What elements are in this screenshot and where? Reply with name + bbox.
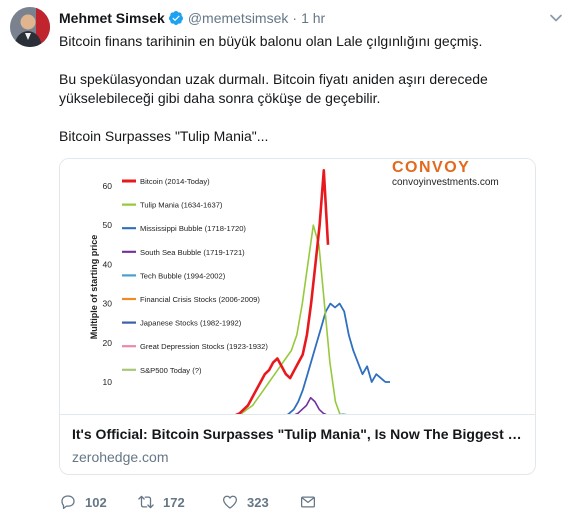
chart-legend-label: Great Depression Stocks (1923-1932) bbox=[140, 342, 268, 351]
chart-legend-label: Tulip Mania (1634-1637) bbox=[140, 201, 223, 210]
reply-button[interactable]: 102 bbox=[59, 493, 107, 511]
chart-legend-label: S&P500 Today (?) bbox=[140, 366, 202, 375]
tweet-text-line: Bitcoin Surpasses "Tulip Mania"... bbox=[59, 128, 269, 144]
reply-count: 102 bbox=[85, 494, 107, 510]
chart-ytick: 30 bbox=[103, 299, 113, 309]
chart-brand-url: convoyinvestments.com bbox=[392, 177, 499, 188]
retweet-count: 172 bbox=[163, 494, 185, 510]
chart-ylabel: Multiple of starting price bbox=[89, 235, 99, 340]
chart-legend-label: Financial Crisis Stocks (2006-2009) bbox=[140, 295, 260, 304]
chart-legend-label: Tech Bubble (1994-2002) bbox=[140, 271, 226, 280]
card-title[interactable]: It's Official: Bitcoin Surpasses "Tulip … bbox=[72, 425, 523, 443]
chevron-down-icon[interactable] bbox=[548, 10, 564, 26]
verified-badge-icon bbox=[168, 10, 184, 26]
direct-message-button[interactable] bbox=[299, 493, 317, 511]
author-handle[interactable]: @memetsimsek bbox=[188, 10, 289, 26]
tweet-text-line: Bu spekülasyondan uzak durmalı. Bitcoin … bbox=[59, 71, 488, 87]
card-image[interactable]: 60 50 40 30 20 10 Bitcoin (2014-Today) Tulip M… bbox=[60, 159, 535, 414]
like-count: 323 bbox=[247, 494, 269, 510]
chart-legend-label: Bitcoin (2014-Today) bbox=[140, 177, 210, 186]
chart-ytick: 60 bbox=[103, 181, 113, 191]
retweet-icon bbox=[138, 495, 154, 509]
author-name[interactable]: Mehmet Simsek bbox=[59, 10, 165, 26]
chart-series-line bbox=[235, 169, 330, 414]
avatar-image bbox=[10, 7, 50, 47]
tweet-header: Mehmet Simsek @memetsimsek · 1 hr bbox=[59, 9, 325, 27]
tweet-text: Bitcoin finans tarihinin en büyük balonu… bbox=[59, 32, 559, 146]
avatar[interactable] bbox=[10, 7, 50, 47]
envelope-icon bbox=[300, 496, 316, 508]
tweet-text-line: Bitcoin finans tarihinin en büyük balonu… bbox=[59, 33, 483, 49]
chart-brand: CONVOY bbox=[392, 159, 470, 176]
retweet-button[interactable]: 172 bbox=[137, 493, 185, 511]
bubble-chart: 60 50 40 30 20 10 Bitcoin (2014-Today) Tulip M… bbox=[89, 159, 499, 414]
chart-legend-label: Mississippi Bubble (1718-1720) bbox=[140, 224, 246, 233]
separator-dot: · bbox=[292, 10, 298, 26]
chart-ytick: 40 bbox=[103, 259, 113, 269]
like-button[interactable]: 323 bbox=[221, 493, 269, 511]
timestamp[interactable]: 1 hr bbox=[301, 10, 325, 26]
chart-ytick: 50 bbox=[103, 220, 113, 230]
chart-ytick: 10 bbox=[103, 377, 113, 387]
chart-legend-label: South Sea Bubble (1719-1721) bbox=[140, 248, 245, 257]
chart-ytick: 20 bbox=[103, 338, 113, 348]
reply-icon bbox=[61, 495, 75, 510]
card-body[interactable]: It's Official: Bitcoin Surpasses "Tulip … bbox=[60, 414, 535, 474]
heart-icon bbox=[222, 495, 238, 509]
chart-legend-label: Japanese Stocks (1982-1992) bbox=[140, 319, 242, 328]
tweet-text-line: yükselebileceği gibi daha sonra çöküşe d… bbox=[59, 90, 381, 106]
tweet: Mehmet Simsek @memetsimsek · 1 hr Bitcoi… bbox=[0, 0, 578, 522]
link-card[interactable]: 60 50 40 30 20 10 Bitcoin (2014-Today) Tulip M… bbox=[59, 158, 536, 475]
card-domain: zerohedge.com bbox=[72, 449, 169, 465]
